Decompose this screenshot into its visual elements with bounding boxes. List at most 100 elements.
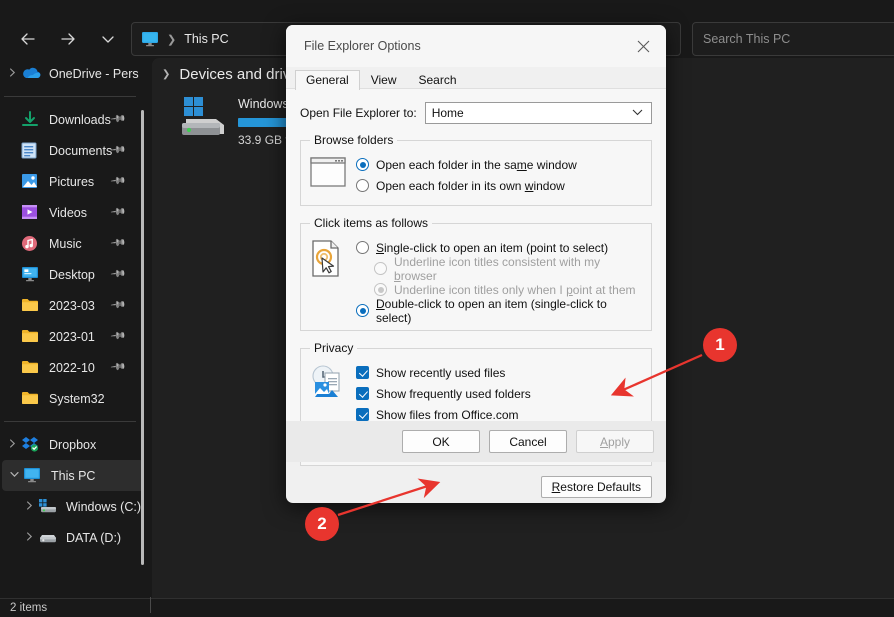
sidebar-item-windows-c[interactable]: Windows (C:) [0, 491, 148, 522]
sidebar-item-dropbox[interactable]: Dropbox [0, 429, 148, 460]
radio-button[interactable] [356, 304, 369, 317]
windrive-icon [38, 498, 58, 516]
dialog-title: File Explorer Options [304, 39, 421, 53]
annotation-marker-2: 2 [305, 507, 339, 541]
sidebar-scrollbar[interactable] [141, 110, 144, 565]
chevron-right-icon[interactable] [21, 501, 38, 512]
cancel-button[interactable]: Cancel [489, 430, 567, 453]
sidebar-item-label: Windows (C:) [66, 499, 142, 514]
click-items-legend: Click items as follows [314, 216, 429, 230]
sidebar-item-2023-03[interactable]: 2023-03 📌 [0, 290, 148, 321]
open-to-label: Open File Explorer to: [300, 106, 417, 120]
checkbox-label: Show frequently used folders [376, 386, 531, 401]
status-item-count: 2 items [10, 602, 48, 614]
sidebar-item-documents[interactable]: Documents 📌 [0, 135, 148, 166]
sidebar-item-label: System32 [49, 391, 105, 406]
checkbox[interactable] [356, 408, 369, 421]
radio-button[interactable] [356, 158, 369, 171]
radio-button [374, 283, 387, 296]
thispc-icon [23, 467, 43, 485]
chevron-down-icon[interactable] [88, 22, 128, 56]
status-divider [150, 597, 151, 613]
chevron-right-icon[interactable] [4, 68, 21, 79]
open-to-value: Home [431, 106, 464, 120]
pin-icon[interactable]: 📌 [109, 266, 126, 282]
navigation-pane[interactable]: OneDrive - Pers Downloads 📌 Documents 📌 Pictu… [0, 58, 148, 598]
pin-icon[interactable]: 📌 [109, 359, 126, 375]
sidebar-item-desktop[interactable]: Desktop 📌 [0, 259, 148, 290]
restore-defaults-button[interactable]: Restore Defaults [540, 476, 652, 498]
chevron-right-icon[interactable] [4, 439, 21, 450]
radio-button[interactable] [356, 241, 369, 254]
search-box[interactable] [692, 22, 894, 56]
sidebar-item-label: Music [49, 236, 82, 251]
tab-search[interactable]: Search [408, 70, 468, 90]
chevron-right-icon[interactable] [21, 532, 38, 543]
sidebar-item-label: This PC [51, 468, 96, 483]
radio-option[interactable]: Open each folder in the same window [356, 154, 642, 175]
sidebar-item-label: 2023-01 [49, 329, 95, 344]
radio-button[interactable] [356, 179, 369, 192]
sidebar-item-videos[interactable]: Videos 📌 [0, 197, 148, 228]
sidebar-item-system32[interactable]: System32 [0, 383, 148, 414]
sidebar-item-label: Desktop [49, 267, 95, 282]
dialog-title-bar: File Explorer Options [286, 25, 666, 67]
radio-option: Underline icon titles consistent with my… [356, 255, 642, 283]
radio-label: Single-click to open an item (point to s… [376, 240, 609, 255]
sidebar-item-this-pc[interactable]: This PC [2, 460, 144, 491]
sidebar-item-pictures[interactable]: Pictures 📌 [0, 166, 148, 197]
breadcrumb-label: This PC [184, 32, 229, 46]
checkbox-label: Show recently used files [376, 365, 506, 380]
radio-option[interactable]: Open each folder in its own window [356, 175, 642, 196]
windows-drive-icon [178, 95, 228, 139]
open-file-explorer-to-row: Open File Explorer to: Home [300, 102, 652, 124]
close-icon[interactable] [620, 25, 666, 67]
search-input[interactable] [703, 32, 891, 46]
apply-button: Apply [576, 430, 654, 453]
annotation-marker-1: 1 [703, 328, 737, 362]
file-explorer-options-dialog: File Explorer Options General View Search … [286, 25, 666, 503]
chevron-down-icon[interactable] [6, 470, 23, 481]
back-arrow-icon[interactable] [8, 22, 48, 56]
ok-button[interactable]: OK [402, 430, 480, 453]
sidebar-item-label: Documents [49, 143, 113, 158]
status-bar: 2 items [0, 597, 894, 617]
sidebar-item-2023-01[interactable]: 2023-01 📌 [0, 321, 148, 352]
click-items-group: Click items as follows Single-click to o… [300, 216, 652, 331]
checkbox-option[interactable]: Show frequently used folders [356, 383, 642, 404]
forward-arrow-icon[interactable] [48, 22, 88, 56]
folder-icon [21, 359, 41, 377]
sidebar-item-label: Dropbox [49, 437, 97, 452]
dialog-body: General View Search Open File Explorer to:… [286, 67, 666, 498]
radio-label: Double-click to open an item (single-cli… [376, 296, 607, 325]
pin-icon[interactable]: 📌 [109, 111, 126, 127]
privacy-legend: Privacy [314, 341, 354, 355]
pin-icon[interactable]: 📌 [109, 204, 126, 220]
radio-label: Underline icon titles consistent with my… [394, 254, 601, 283]
checkbox-option[interactable]: Show recently used files [356, 362, 642, 383]
sidebar-item-onedrive-pers[interactable]: OneDrive - Pers [0, 58, 148, 89]
pin-icon[interactable]: 📌 [109, 235, 126, 251]
open-to-dropdown[interactable]: Home [424, 102, 652, 124]
pin-icon[interactable]: 📌 [109, 297, 126, 313]
pin-icon[interactable]: 📌 [109, 173, 126, 189]
click-items-options: Single-click to open an item (point to s… [356, 237, 642, 325]
pin-icon[interactable]: 📌 [109, 328, 126, 344]
sidebar-item-data-d[interactable]: DATA (D:) [0, 522, 148, 553]
radio-label: Open each folder in its own window [376, 178, 565, 193]
checkbox[interactable] [356, 366, 369, 379]
sidebar-item-downloads[interactable]: Downloads 📌 [0, 104, 148, 135]
checkbox[interactable] [356, 387, 369, 400]
sidebar-item-2022-10[interactable]: 2022-10 📌 [0, 352, 148, 383]
tab-general[interactable]: General [295, 70, 360, 90]
chevron-down-icon: ❯ [162, 69, 171, 80]
window-icon [310, 154, 356, 196]
dropbox-icon [21, 436, 41, 454]
radio-option[interactable]: Double-click to open an item (single-cli… [356, 297, 642, 325]
checkbox-label: Show files from Office.com [376, 407, 519, 422]
radio-button [374, 262, 387, 275]
sidebar-item-music[interactable]: Music 📌 [0, 228, 148, 259]
folder-icon [21, 390, 41, 408]
tab-view[interactable]: View [360, 70, 408, 90]
sidebar-item-label: Videos [49, 205, 87, 220]
